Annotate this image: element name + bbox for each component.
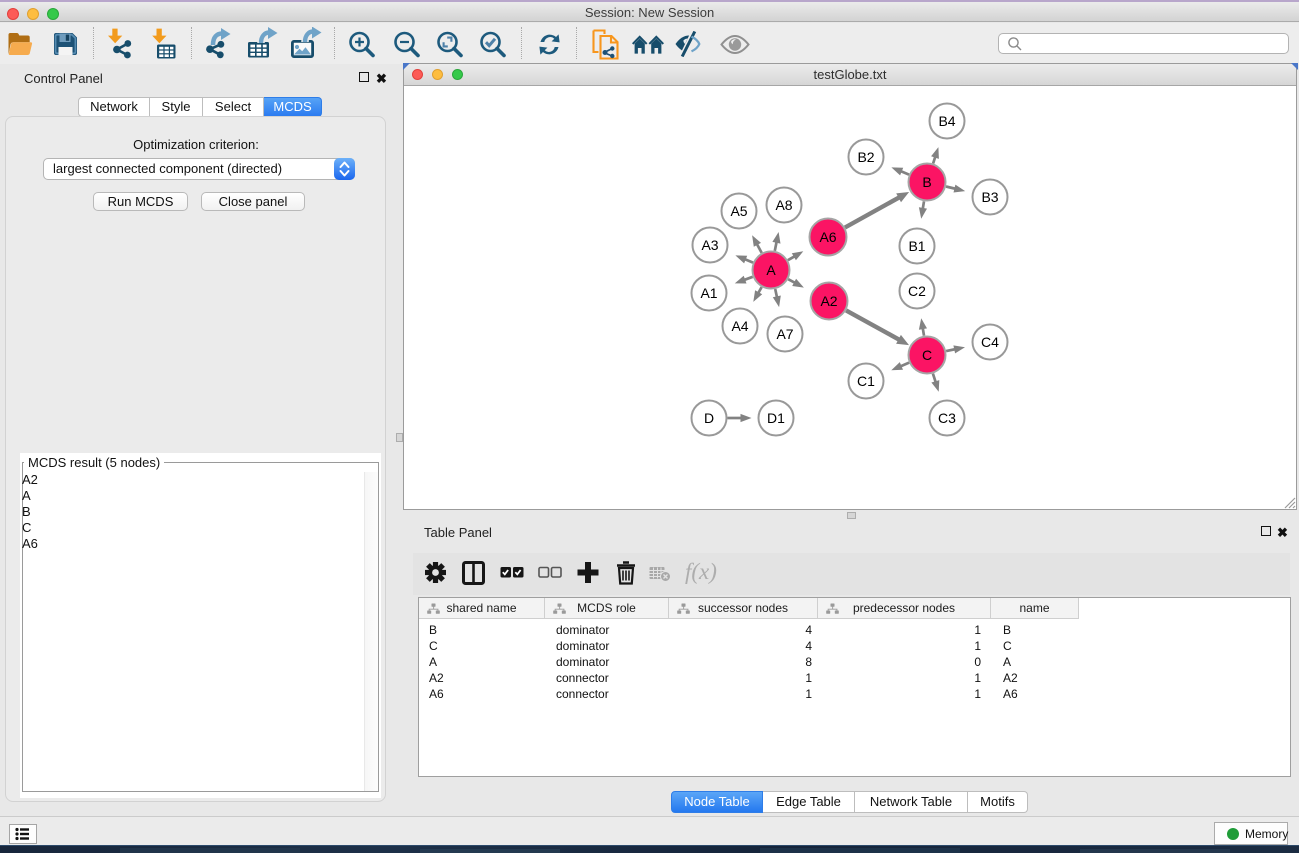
- svg-text:A3: A3: [701, 237, 718, 253]
- svg-text:B1: B1: [908, 238, 925, 254]
- svg-text:B2: B2: [857, 149, 874, 165]
- svg-text:B: B: [922, 174, 931, 190]
- svg-text:B3: B3: [981, 189, 998, 205]
- svg-text:A2: A2: [820, 293, 837, 309]
- svg-text:B4: B4: [938, 113, 955, 129]
- svg-text:A4: A4: [731, 318, 748, 334]
- svg-text:C1: C1: [857, 373, 875, 389]
- svg-text:C4: C4: [981, 334, 999, 350]
- svg-text:D1: D1: [767, 410, 785, 426]
- svg-text:C: C: [922, 347, 932, 363]
- svg-text:A: A: [766, 262, 776, 278]
- svg-text:A6: A6: [819, 229, 836, 245]
- svg-text:C3: C3: [938, 410, 956, 426]
- svg-text:A1: A1: [700, 285, 717, 301]
- svg-text:A7: A7: [776, 326, 793, 342]
- svg-text:C2: C2: [908, 283, 926, 299]
- svg-text:A8: A8: [775, 197, 792, 213]
- svg-text:A5: A5: [730, 203, 747, 219]
- svg-text:D: D: [704, 410, 714, 426]
